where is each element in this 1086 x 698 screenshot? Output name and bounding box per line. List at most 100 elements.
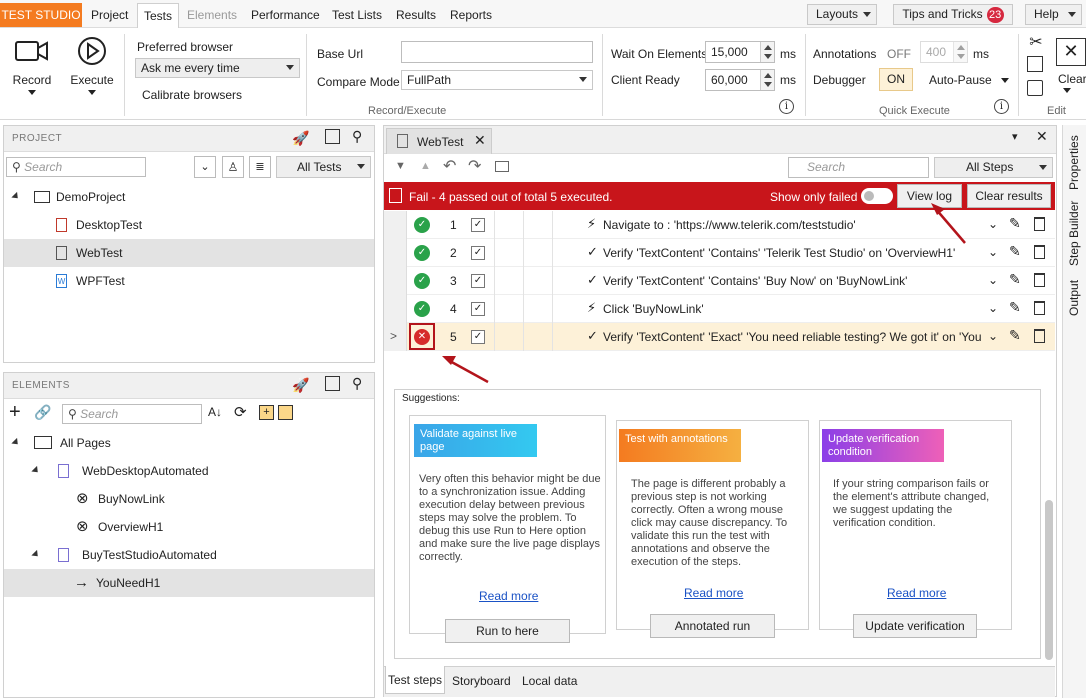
cut-icon[interactable]: ✂	[1026, 32, 1046, 52]
info-icon[interactable]: i	[779, 99, 794, 114]
tab-reports[interactable]: Reports	[444, 3, 498, 27]
paste-icon[interactable]	[1027, 80, 1043, 96]
refresh-icon[interactable]: ⟳	[234, 403, 247, 421]
expand-icon[interactable]	[11, 437, 21, 448]
pin-icon[interactable]: ⚲	[352, 128, 362, 145]
annotated-run-button[interactable]: Annotated run	[650, 614, 775, 638]
rocket-icon[interactable]: 🚀	[292, 377, 309, 394]
calibrate-browsers-button[interactable]: Calibrate browsers	[142, 88, 242, 102]
close-icon[interactable]: ✕	[1036, 128, 1048, 145]
sort-az-icon[interactable]: A↓	[208, 405, 222, 419]
tree-item-buynowlink[interactable]: ⊗ BuyNowLink	[4, 485, 374, 513]
link-icon[interactable]: 🔗	[34, 404, 51, 421]
tab-output[interactable]: Output	[1067, 278, 1081, 316]
tips-button[interactable]: Tips and Tricks 23	[893, 4, 1013, 25]
info-icon[interactable]: i	[994, 99, 1009, 114]
redo-icon[interactable]: ↷	[468, 156, 481, 176]
preferred-browser-select[interactable]: Ask me every time	[135, 58, 300, 78]
delete-icon[interactable]	[1034, 329, 1045, 343]
pin-icon[interactable]: ⚲	[352, 375, 362, 392]
run-to-here-button[interactable]: Run to here	[445, 619, 570, 643]
annotations-delay-input[interactable]: 400	[920, 41, 968, 63]
base-url-input[interactable]	[401, 41, 593, 63]
tree-item-overviewh1[interactable]: ⊗ OverviewH1	[4, 513, 374, 541]
edit-icon[interactable]: ✎	[1009, 271, 1021, 288]
clear-button[interactable]: Clear	[1058, 72, 1086, 86]
spinner-icon[interactable]	[760, 70, 774, 90]
tree-item-youneedh1[interactable]: → YouNeedH1	[4, 569, 374, 597]
collapse-all-icon[interactable]: ⌄	[194, 156, 216, 178]
tab-webtest[interactable]: WebTest ✕	[386, 128, 492, 154]
tree-item-buyteststudioautomated[interactable]: BuyTestStudioAutomated	[4, 541, 374, 569]
tab-local-data[interactable]: Local data	[522, 674, 577, 688]
read-more-link[interactable]: Read more	[684, 586, 743, 600]
edit-icon[interactable]: ✎	[1009, 299, 1021, 316]
add-icon[interactable]: +	[9, 402, 21, 422]
update-verification-button[interactable]: Update verification	[853, 614, 977, 638]
clear-icon[interactable]: ✕	[1056, 38, 1086, 66]
rocket-icon[interactable]: 🚀	[292, 130, 309, 147]
tab-elements[interactable]: Elements	[181, 3, 243, 27]
annotations-toggle[interactable]: OFF	[887, 47, 911, 61]
expand-icon[interactable]	[31, 549, 41, 560]
read-more-link[interactable]: Read more	[479, 589, 538, 603]
tree-item-wpftest[interactable]: W WPFTest	[4, 267, 374, 295]
tab-test-lists[interactable]: Test Lists	[326, 3, 388, 27]
tab-project[interactable]: Project	[85, 3, 134, 27]
external-link-icon[interactable]	[325, 376, 340, 391]
delete-icon[interactable]	[1034, 301, 1045, 315]
tab-tests[interactable]: Tests	[137, 3, 180, 29]
tab-performance[interactable]: Performance	[245, 3, 326, 27]
execute-button[interactable]: Execute	[68, 36, 116, 100]
tree-item-webtest[interactable]: WebTest	[4, 239, 374, 267]
copy-icon[interactable]	[1027, 56, 1043, 72]
steps-search-input[interactable]: Search	[788, 157, 929, 178]
client-ready-input[interactable]: 60,000	[705, 69, 775, 91]
scrollbar[interactable]	[1045, 500, 1053, 660]
expand-icon[interactable]	[31, 465, 41, 476]
move-up-icon[interactable]: ▲	[420, 160, 431, 172]
expand-icon[interactable]: >	[390, 329, 397, 343]
record-button[interactable]: Record	[8, 36, 56, 100]
read-more-link[interactable]: Read more	[887, 586, 946, 600]
preferred-browser-value: Ask me every time	[141, 61, 240, 75]
step-icon[interactable]	[495, 161, 509, 172]
delete-icon[interactable]	[1034, 245, 1045, 259]
spinner-icon[interactable]	[953, 42, 967, 62]
delete-icon[interactable]	[1034, 217, 1045, 231]
tab-results[interactable]: Results	[390, 3, 442, 27]
document-icon[interactable]: ≣	[249, 156, 271, 178]
edit-icon[interactable]: ✎	[1009, 215, 1021, 232]
elements-search-input[interactable]: ⚲ Search	[62, 404, 202, 424]
collapse-all-icon[interactable]	[278, 405, 293, 420]
tree-item-desktoptest[interactable]: DesktopTest	[4, 211, 374, 239]
expand-all-icon[interactable]: +	[259, 405, 274, 420]
project-filter-select[interactable]: All Tests	[276, 156, 371, 178]
project-search-input[interactable]: ⚲ Search	[6, 157, 146, 177]
layouts-dropdown[interactable]: Layouts	[807, 4, 877, 25]
tree-item-all-pages[interactable]: All Pages	[4, 429, 374, 457]
edit-icon[interactable]: ✎	[1009, 327, 1021, 344]
compare-mode-select[interactable]: FullPath	[401, 70, 593, 90]
close-icon[interactable]: ✕	[474, 132, 486, 149]
tab-test-steps[interactable]: Test steps	[385, 666, 445, 694]
tree-item-demoproject[interactable]: DemoProject	[4, 183, 374, 211]
tree-item-webdesktopautomated[interactable]: WebDesktopAutomated	[4, 457, 374, 485]
delete-icon[interactable]	[1034, 273, 1045, 287]
undo-icon[interactable]: ↶	[443, 156, 456, 176]
auto-pause-dropdown[interactable]: Auto-Pause	[929, 73, 1010, 87]
steps-filter-select[interactable]: All Steps	[934, 157, 1053, 178]
wait-on-elements-input[interactable]: 15,000	[705, 41, 775, 63]
edit-icon[interactable]: ✎	[1009, 243, 1021, 260]
tab-properties[interactable]: Properties	[1067, 135, 1081, 190]
expand-icon[interactable]	[11, 191, 21, 202]
user-icon[interactable]: ♙	[222, 156, 244, 178]
tabs-dropdown-icon[interactable]: ▾	[1012, 130, 1018, 143]
debugger-toggle[interactable]: ON	[879, 68, 913, 91]
tab-storyboard[interactable]: Storyboard	[452, 674, 511, 688]
spinner-icon[interactable]	[760, 42, 774, 62]
external-link-icon[interactable]	[325, 129, 340, 144]
help-dropdown[interactable]: Help	[1025, 4, 1082, 25]
tab-step-builder[interactable]: Step Builder	[1067, 200, 1081, 266]
move-down-icon[interactable]: ▼	[395, 160, 406, 172]
